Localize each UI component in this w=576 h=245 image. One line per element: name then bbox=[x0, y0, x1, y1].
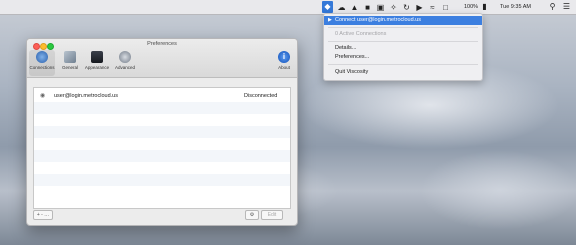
menu-separator bbox=[328, 41, 478, 42]
add-remove-button[interactable]: + - … bbox=[33, 210, 53, 220]
bluetooth-icon[interactable]: ✧ bbox=[389, 3, 398, 12]
window-titlebar: Preferences Connections General Appearan… bbox=[27, 39, 297, 78]
display-icon[interactable]: ▣ bbox=[376, 3, 385, 12]
tab-advanced[interactable]: Advanced bbox=[112, 50, 138, 76]
connection-status: Disconnected bbox=[244, 93, 278, 99]
list-row-empty bbox=[34, 138, 290, 150]
connections-icon bbox=[36, 51, 48, 63]
appearance-icon bbox=[91, 51, 103, 63]
dropbox-icon[interactable]: ■ bbox=[363, 3, 372, 12]
settings-button[interactable]: ⚙ bbox=[245, 210, 259, 220]
info-icon: i bbox=[278, 51, 290, 63]
tab-connections-label: Connections bbox=[29, 65, 55, 70]
list-row-empty bbox=[34, 114, 290, 126]
menu-bar: ◆ ☁ ▲ ■ ▣ ✧ ↻ ▶ ≈ □ 100% ▮ Tue 9:35 AM ⚲… bbox=[0, 0, 576, 15]
list-row-empty bbox=[34, 102, 290, 114]
list-row-empty bbox=[34, 174, 290, 186]
tab-advanced-label: Advanced bbox=[114, 65, 135, 70]
list-row-empty bbox=[34, 126, 290, 138]
connections-list[interactable]: ◉ user@login.metrocloud.us Disconnected bbox=[33, 87, 291, 209]
tab-general-label: General bbox=[61, 65, 78, 70]
menu-item-active-connections: 0 Active Connections bbox=[335, 31, 387, 37]
input-icon[interactable]: □ bbox=[441, 3, 450, 12]
tab-appearance-label: Appearance bbox=[84, 65, 110, 70]
shield-icon[interactable]: ▲ bbox=[350, 3, 359, 12]
edit-button[interactable]: Edit bbox=[261, 210, 283, 220]
status-icons: ◆ ☁ ▲ ■ ▣ ✧ ↻ ▶ ≈ □ bbox=[322, 0, 450, 14]
connection-row[interactable]: ◉ user@login.metrocloud.us Disconnected bbox=[34, 90, 290, 102]
wifi-icon[interactable]: ≈ bbox=[428, 3, 437, 12]
tab-general[interactable]: General bbox=[57, 50, 83, 76]
preferences-window: Preferences Connections General Appearan… bbox=[26, 38, 298, 226]
timemachine-icon[interactable]: ↻ bbox=[402, 3, 411, 12]
spotlight-icon[interactable]: ⚲ bbox=[548, 2, 557, 11]
menu-item-quit[interactable]: Quit Viscosity bbox=[324, 68, 482, 77]
battery-icon[interactable]: ▮ bbox=[480, 2, 489, 11]
menu-separator bbox=[328, 27, 478, 28]
list-row-empty bbox=[34, 186, 290, 198]
list-row-empty bbox=[34, 162, 290, 174]
list-row-empty bbox=[34, 150, 290, 162]
tab-appearance[interactable]: Appearance bbox=[84, 50, 110, 76]
disconnected-status-icon: ◉ bbox=[40, 93, 46, 99]
tab-connections[interactable]: Connections bbox=[29, 50, 55, 76]
general-icon bbox=[64, 51, 76, 63]
clock[interactable]: Tue 9:35 AM bbox=[500, 0, 531, 14]
connection-name: user@login.metrocloud.us bbox=[54, 93, 118, 99]
menu-separator bbox=[328, 64, 478, 65]
volume-icon[interactable]: ▶ bbox=[415, 3, 424, 12]
cloud-icon[interactable]: ☁ bbox=[337, 3, 346, 12]
tab-about[interactable]: i About bbox=[273, 50, 295, 76]
battery-percent[interactable]: 100% bbox=[464, 0, 478, 14]
gear-icon bbox=[119, 51, 131, 63]
tab-about-label: About bbox=[278, 65, 290, 70]
viscosity-icon[interactable]: ◆ bbox=[322, 1, 333, 13]
window-title: Preferences bbox=[147, 41, 177, 47]
menu-item-preferences[interactable]: Preferences... bbox=[324, 53, 482, 62]
menu-item-details[interactable]: Details... bbox=[324, 44, 482, 53]
list-bottom-bar: + - … ⚙ Edit bbox=[33, 210, 289, 220]
play-icon: ▶ bbox=[328, 17, 332, 23]
menu-item-connect-label: Connect user@login.metrocloud.us bbox=[335, 17, 421, 23]
menu-item-connect[interactable]: ▶ Connect user@login.metrocloud.us bbox=[324, 16, 482, 25]
viscosity-menu: ▶ Connect user@login.metrocloud.us 0 Act… bbox=[323, 13, 483, 81]
wallpaper-cloud bbox=[420, 150, 576, 230]
notification-center-icon[interactable]: ☰ bbox=[562, 2, 571, 11]
